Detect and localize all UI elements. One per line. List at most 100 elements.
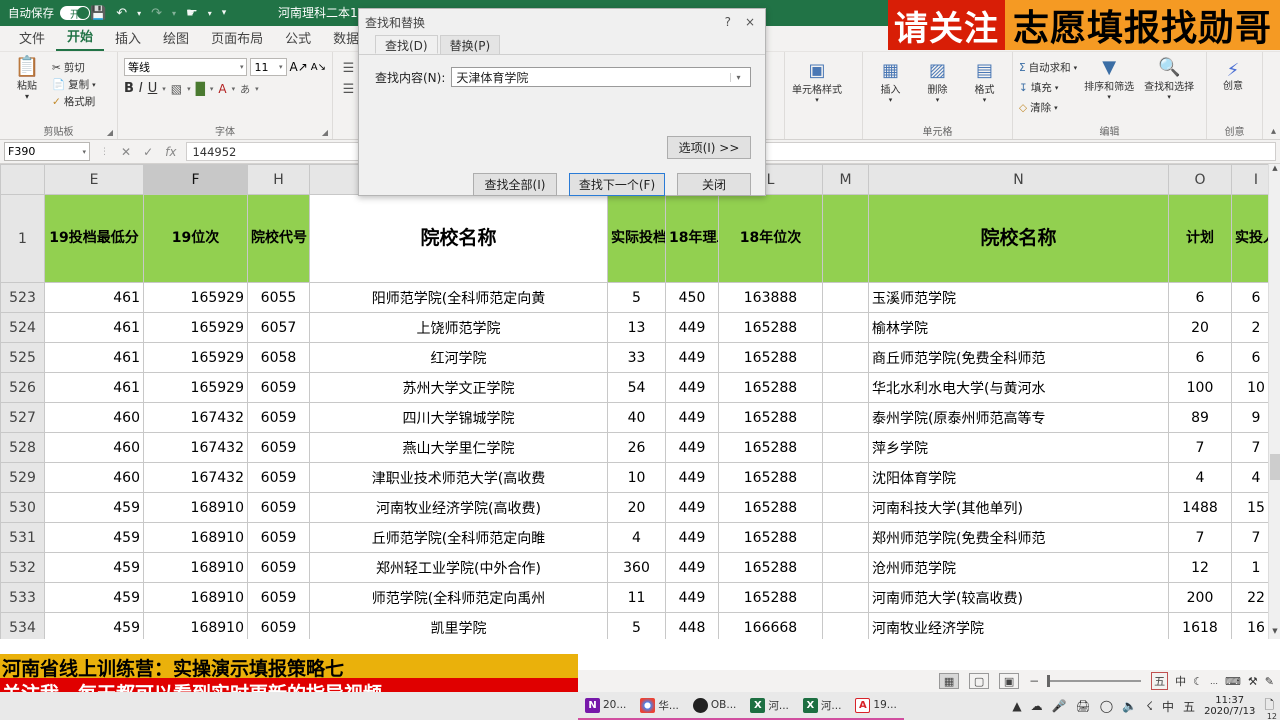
cell-plan[interactable]: 7 xyxy=(1168,522,1232,553)
table-row[interactable]: 528 460 167432 6059 燕山大学里仁学院 26 449 1652… xyxy=(0,432,1280,463)
cell-18-rank[interactable]: 165288 xyxy=(718,552,823,583)
format-cells-button[interactable]: ▤ 格式 ▾ xyxy=(963,61,1006,105)
spreadsheet-grid[interactable]: E F H L M N O I 1 19投档最低分 19位次 院校代号 院校名称… xyxy=(0,164,1280,639)
cell-blank[interactable] xyxy=(822,582,869,613)
cell-18-rank[interactable]: 163888 xyxy=(718,282,823,313)
notification-center-icon[interactable]: 🗋 12 xyxy=(1264,696,1277,720)
creative-button[interactable]: ⚡ 创意 xyxy=(1213,61,1253,93)
cell-18-rank[interactable]: 165288 xyxy=(718,402,823,433)
row-header[interactable]: 526 xyxy=(0,372,45,403)
cell-actual-count[interactable]: 11 xyxy=(607,582,666,613)
cell-school-code[interactable]: 6059 xyxy=(247,462,310,493)
zoom-slider[interactable] xyxy=(1047,675,1142,687)
column-header-O[interactable]: O xyxy=(1168,164,1232,195)
cell-plan[interactable]: 4 xyxy=(1168,462,1232,493)
cell-19-min-score[interactable]: 460 xyxy=(44,462,144,493)
cell-plan[interactable]: 6 xyxy=(1168,342,1232,373)
column-header-H[interactable]: H xyxy=(247,164,310,195)
cell-18-score[interactable]: 450 xyxy=(665,282,719,313)
row-header[interactable]: 534 xyxy=(0,612,45,639)
taskbar-item-pdf[interactable]: A 19... xyxy=(848,692,904,720)
ribbon-tab-file[interactable]: 文件 xyxy=(8,25,56,51)
sort-filter-button[interactable]: ▼ 排序和筛选 ▾ xyxy=(1081,58,1137,102)
insert-dropdown-icon[interactable]: ▾ xyxy=(889,96,893,104)
cell-19-rank[interactable]: 168910 xyxy=(143,492,248,523)
cell-19-rank[interactable]: 165929 xyxy=(143,372,248,403)
vertical-scroll-thumb[interactable] xyxy=(1270,454,1280,480)
cell-school-name-2[interactable]: 华北水利水电大学(与黄河水 xyxy=(868,372,1169,403)
cell-school-name[interactable]: 师范学院(全科师范定向禹州 xyxy=(309,582,608,613)
cell-school-name[interactable]: 河南牧业经济学院(高收费) xyxy=(309,492,608,523)
cell-school-code[interactable]: 6058 xyxy=(247,342,310,373)
cell-school-name-2[interactable]: 玉溪师范学院 xyxy=(868,282,1169,313)
row-header[interactable]: 528 xyxy=(0,432,45,463)
cell-19-min-score[interactable]: 459 xyxy=(44,612,144,639)
clipboard-dialog-launcher[interactable]: ◢ xyxy=(107,128,113,137)
cell-18-score[interactable]: 449 xyxy=(665,342,719,373)
cell-styles-button[interactable]: ▣ 单元格样式 ▾ xyxy=(791,61,843,105)
cell-18-rank[interactable]: 165288 xyxy=(718,462,823,493)
volume-mute-icon[interactable]: 🔈 xyxy=(1122,699,1137,713)
cell-19-rank[interactable]: 168910 xyxy=(143,582,248,613)
cell-19-rank[interactable]: 165929 xyxy=(143,312,248,343)
cell-18-rank[interactable]: 165288 xyxy=(718,492,823,523)
taskbar-item-excel-2[interactable]: X 河... xyxy=(795,692,849,720)
normal-view-button[interactable]: ▦ xyxy=(939,673,960,689)
cell-school-name[interactable]: 燕山大学里仁学院 xyxy=(309,432,608,463)
cell-school-code[interactable]: 6059 xyxy=(247,522,310,553)
cell-school-name-2[interactable]: 商丘师范学院(免费全科师范 xyxy=(868,342,1169,373)
cell-18-rank[interactable]: 165288 xyxy=(718,432,823,463)
cell-actual-count[interactable]: 360 xyxy=(607,552,666,583)
cell-18-score[interactable]: 449 xyxy=(665,462,719,493)
cell-school-code[interactable]: 6057 xyxy=(247,312,310,343)
taskbar-item-chrome[interactable]: 华... xyxy=(633,692,686,720)
row-header[interactable]: 527 xyxy=(0,402,45,433)
header-cell-blank[interactable] xyxy=(822,194,869,283)
table-row[interactable]: 532 459 168910 6059 郑州轻工业学院(中外合作) 360 44… xyxy=(0,552,1280,583)
table-row[interactable]: 526 461 165929 6059 苏州大学文正学院 54 449 1652… xyxy=(0,372,1280,403)
paste-button[interactable]: 📋 粘贴 ▾ xyxy=(6,55,48,101)
find-history-dropdown-icon[interactable]: ▾ xyxy=(730,72,746,82)
font-size-dropdown-icon[interactable]: ▾ xyxy=(279,63,283,71)
fill-button[interactable]: ↧ 填充 ▾ xyxy=(1019,79,1077,96)
autosave-toggle[interactable]: 自动保存 开 xyxy=(8,5,90,21)
undo-dropdown-icon[interactable]: ▾ xyxy=(137,9,141,18)
cell-18-score[interactable]: 449 xyxy=(665,312,719,343)
cell-school-name[interactable]: 阳师范学院(全科师范定向黄 xyxy=(309,282,608,313)
autosum-dropdown-icon[interactable]: ▾ xyxy=(1074,64,1078,72)
underline-button[interactable]: U xyxy=(148,81,158,96)
bluetooth-icon[interactable]: ☇ xyxy=(1146,699,1153,713)
cell-school-code[interactable]: 6059 xyxy=(247,432,310,463)
scroll-up-arrow-icon[interactable]: ▲ xyxy=(1269,164,1280,176)
cell-18-score[interactable]: 449 xyxy=(665,582,719,613)
cell-19-rank[interactable]: 168910 xyxy=(143,552,248,583)
column-header-F[interactable]: F xyxy=(143,164,248,195)
enter-icon[interactable]: ✓ xyxy=(143,145,153,159)
cell-actual-count[interactable]: 4 xyxy=(607,522,666,553)
copy-dropdown-icon[interactable]: ▾ xyxy=(92,81,96,89)
cell-blank[interactable] xyxy=(822,342,869,373)
cell-plan[interactable]: 20 xyxy=(1168,312,1232,343)
header-cell-actual-count[interactable]: 实际投档人数 xyxy=(607,194,666,283)
cell-18-rank[interactable]: 165288 xyxy=(718,582,823,613)
phonetic-guide-icon[interactable]: あ xyxy=(240,81,250,96)
cell-actual-count[interactable]: 13 xyxy=(607,312,666,343)
ribbon-tab-formulas[interactable]: 公式 xyxy=(274,25,322,51)
ribbon-tab-insert[interactable]: 插入 xyxy=(104,25,152,51)
zoom-out-button[interactable]: − xyxy=(1029,674,1039,688)
cell-school-name-2[interactable]: 沈阳体育学院 xyxy=(868,462,1169,493)
sort-filter-dropdown-icon[interactable]: ▾ xyxy=(1107,93,1111,101)
cell-19-min-score[interactable]: 459 xyxy=(44,522,144,553)
cell-19-rank[interactable]: 165929 xyxy=(143,282,248,313)
cell-school-name[interactable]: 丘师范学院(全科师范定向睢 xyxy=(309,522,608,553)
cell-18-score[interactable]: 449 xyxy=(665,372,719,403)
delete-dropdown-icon[interactable]: ▾ xyxy=(936,96,940,104)
underline-dropdown-icon[interactable]: ▾ xyxy=(162,85,166,93)
cell-school-name-2[interactable]: 萍乡学院 xyxy=(868,432,1169,463)
find-next-button[interactable]: 查找下一个(F) xyxy=(569,173,665,196)
printer-icon[interactable]: 🖨 xyxy=(1076,699,1091,713)
cell-school-name[interactable]: 苏州大学文正学院 xyxy=(309,372,608,403)
taskbar-item-obs[interactable]: OB... xyxy=(685,692,744,720)
scroll-down-arrow-icon[interactable]: ▼ xyxy=(1269,627,1280,639)
table-row[interactable]: 523 461 165929 6055 阳师范学院(全科师范定向黄 5 450 … xyxy=(0,282,1280,313)
